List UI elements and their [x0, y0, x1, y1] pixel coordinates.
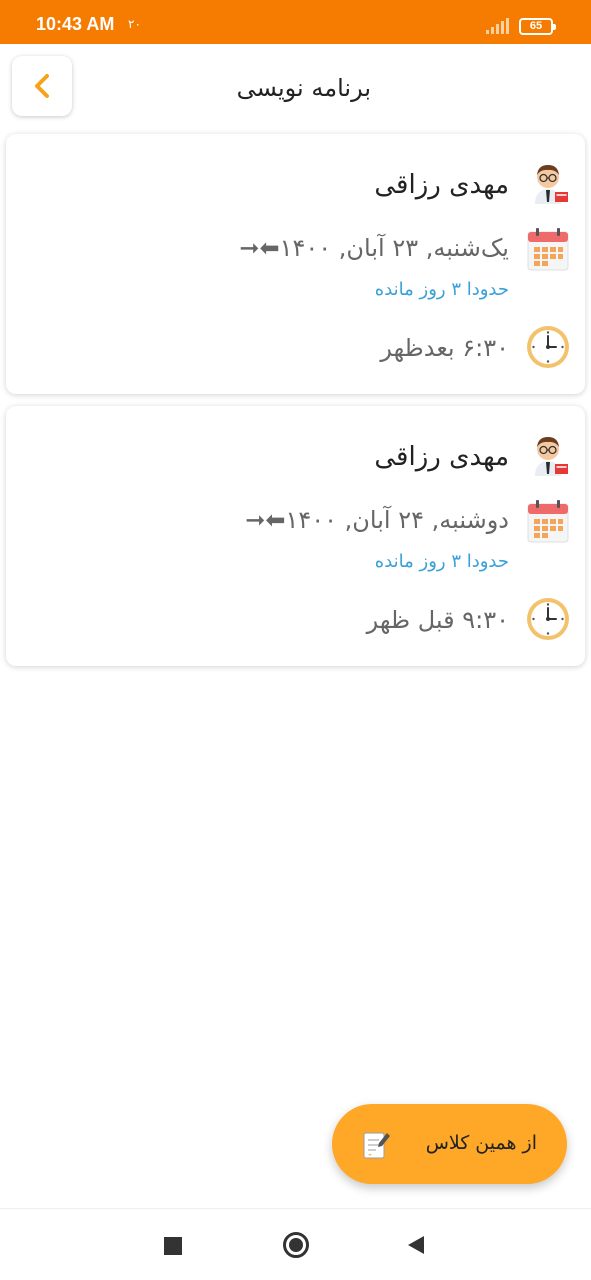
battery-icon: 65 [519, 18, 556, 35]
recent-apps-button[interactable] [164, 1237, 182, 1255]
note-edit-icon [363, 1132, 390, 1159]
calendar-icon [527, 500, 569, 543]
same-class-fab[interactable]: از همین کلاس [332, 1104, 567, 1184]
status-notification-count: ۲۰ [128, 17, 141, 31]
page-title: برنامه نویسی [236, 74, 371, 102]
teacher-name: مهدی رزاقی [374, 170, 509, 200]
session-date: یک‌شنبه, ۲۳ آبان, ۱۴۰۰⬅︎➞ [239, 234, 509, 262]
teacher-icon [535, 437, 568, 476]
clock-icon [527, 598, 569, 640]
fab-label: از همین کلاس [425, 1132, 537, 1154]
session-card[interactable]: مهدی رزاقی یک‌شنبه, ۲۳ آبان, ۱۴۰۰⬅︎➞ حدو… [6, 134, 585, 394]
navigation-bar [0, 1208, 591, 1280]
remaining-days: حدودا ۳ روز مانده [374, 551, 509, 572]
session-date: دوشنبه, ۲۴ آبان, ۱۴۰۰⬅︎➞ [245, 506, 509, 534]
clock-icon [527, 326, 569, 368]
app-header: برنامه نویسی [0, 44, 591, 132]
signal-icon [486, 18, 509, 34]
home-button[interactable] [283, 1232, 309, 1258]
teacher-icon [535, 165, 568, 204]
status-bar: 10:43 AM ۲۰ 65 [0, 0, 591, 44]
back-button[interactable] [12, 56, 72, 116]
session-time: ۶:۳۰ بعدظهر [380, 334, 509, 362]
session-card[interactable]: مهدی رزاقی دوشنبه, ۲۴ آبان, ۱۴۰۰⬅︎➞ حدود… [6, 406, 585, 666]
back-nav-button[interactable] [406, 1235, 426, 1255]
battery-level: 65 [529, 20, 543, 32]
chevron-left-icon [35, 74, 49, 98]
remaining-days: حدودا ۳ روز مانده [374, 279, 509, 300]
calendar-icon [527, 228, 569, 271]
status-time: 10:43 AM [36, 14, 115, 34]
teacher-name: مهدی رزاقی [374, 442, 509, 472]
session-time: ۹:۳۰ قبل ظهر [366, 606, 509, 634]
